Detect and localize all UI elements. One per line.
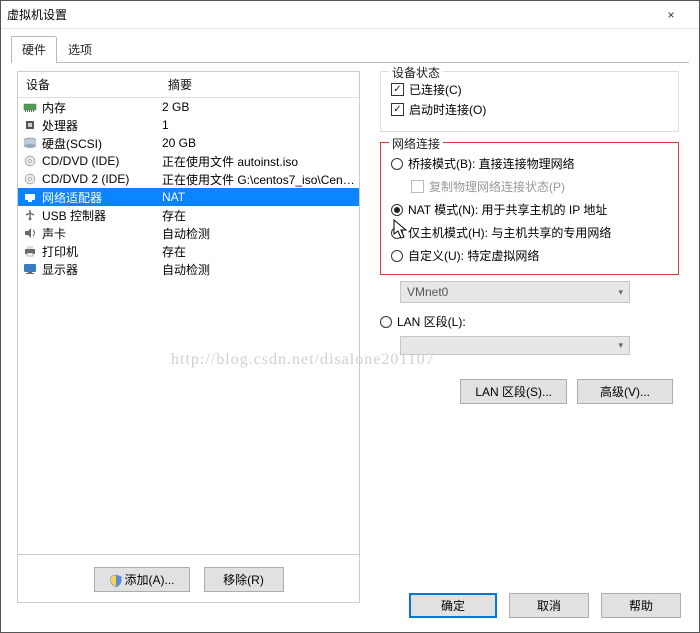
- cancel-button[interactable]: 取消: [509, 593, 589, 618]
- lan-segments-button[interactable]: LAN 区段(S)...: [460, 379, 567, 404]
- device-table-header: 设备 摘要: [18, 72, 359, 98]
- checkmark-icon: ✓: [391, 83, 404, 96]
- device-summary: NAT: [162, 190, 355, 204]
- table-row[interactable]: USB 控制器存在: [18, 206, 359, 224]
- lan-segment-select: ▾: [400, 336, 630, 355]
- col-header-summary[interactable]: 摘要: [160, 72, 359, 97]
- radio-custom[interactable]: 自定义(U): 特定虚拟网络: [391, 247, 668, 264]
- cd-icon: [22, 154, 38, 168]
- printer-icon: [22, 244, 38, 258]
- device-summary: 2 GB: [162, 100, 355, 114]
- tab-hardware[interactable]: 硬件: [11, 36, 57, 63]
- checkmark-icon: ✓: [391, 103, 404, 116]
- close-icon: ×: [667, 8, 674, 22]
- cd-icon: [22, 172, 38, 186]
- device-summary: 20 GB: [162, 136, 355, 150]
- disk-icon: [22, 136, 38, 150]
- radio-hostonly[interactable]: 仅主机模式(H): 与主机共享的专用网络: [391, 224, 668, 241]
- radio-icon: [391, 204, 403, 216]
- device-name: USB 控制器: [42, 207, 162, 224]
- device-summary: 存在: [162, 207, 355, 224]
- device-name: CD/DVD (IDE): [42, 154, 162, 168]
- device-summary: 自动检测: [162, 225, 355, 242]
- device-table: 设备 摘要 内存2 GB处理器1硬盘(SCSI)20 GBCD/DVD (IDE…: [17, 71, 360, 554]
- device-name: 网络适配器: [42, 189, 162, 206]
- help-button[interactable]: 帮助: [601, 593, 681, 618]
- device-status-group: 设备状态 ✓ 已连接(C) ✓ 启动时连接(O): [380, 71, 679, 132]
- table-row[interactable]: 处理器1: [18, 116, 359, 134]
- device-summary: 正在使用文件 autoinst.iso: [162, 153, 355, 170]
- device-status-legend: 设备状态: [389, 64, 443, 81]
- remove-button[interactable]: 移除(R): [204, 567, 284, 592]
- radio-icon: [380, 316, 392, 328]
- checkbox-connect-at-power-on[interactable]: ✓ 启动时连接(O): [391, 101, 668, 118]
- titlebar: 虚拟机设置 ×: [1, 1, 699, 29]
- device-summary: 存在: [162, 243, 355, 260]
- checkbox-connected[interactable]: ✓ 已连接(C): [391, 81, 668, 98]
- radio-icon: [391, 227, 403, 239]
- table-row[interactable]: CD/DVD (IDE)正在使用文件 autoinst.iso: [18, 152, 359, 170]
- custom-network-select: VMnet0 ▾: [400, 281, 630, 303]
- network-legend: 网络连接: [389, 135, 443, 152]
- table-row[interactable]: 显示器自动检测: [18, 260, 359, 278]
- col-header-device[interactable]: 设备: [18, 72, 160, 97]
- device-summary: 自动检测: [162, 261, 355, 278]
- device-name: 显示器: [42, 261, 162, 278]
- close-button[interactable]: ×: [649, 1, 693, 29]
- radio-lan-segment[interactable]: LAN 区段(L):: [380, 313, 679, 330]
- usb-icon: [22, 208, 38, 222]
- table-row[interactable]: 内存2 GB: [18, 98, 359, 116]
- device-name: 声卡: [42, 225, 162, 242]
- checkbox-icon: [411, 180, 424, 193]
- radio-icon: [391, 158, 403, 170]
- sound-icon: [22, 226, 38, 240]
- device-summary: 1: [162, 118, 355, 132]
- ok-button[interactable]: 确定: [409, 593, 497, 618]
- dialog-footer: 确定 取消 帮助: [409, 593, 681, 618]
- table-row[interactable]: 声卡自动检测: [18, 224, 359, 242]
- shield-icon: [109, 574, 123, 588]
- network-icon: [22, 190, 38, 204]
- chevron-down-icon: ▾: [618, 287, 623, 298]
- device-summary: 正在使用文件 G:\centos7_iso\Cent...: [162, 171, 355, 188]
- device-name: 硬盘(SCSI): [42, 135, 162, 152]
- chevron-down-icon: ▾: [618, 340, 623, 351]
- table-row[interactable]: 网络适配器NAT: [18, 188, 359, 206]
- table-row[interactable]: 打印机存在: [18, 242, 359, 260]
- tab-bar: 硬件 选项: [11, 35, 689, 63]
- advanced-button[interactable]: 高级(V)...: [577, 379, 673, 404]
- device-name: 打印机: [42, 243, 162, 260]
- radio-icon: [391, 250, 403, 262]
- radio-nat[interactable]: NAT 模式(N): 用于共享主机的 IP 地址: [391, 201, 668, 218]
- add-button[interactable]: 添加(A)...: [94, 567, 190, 592]
- cpu-icon: [22, 118, 38, 132]
- window-title: 虚拟机设置: [7, 6, 649, 23]
- radio-bridged[interactable]: 桥接模式(B): 直接连接物理网络: [391, 155, 668, 172]
- device-name: CD/DVD 2 (IDE): [42, 172, 162, 186]
- memory-icon: [22, 100, 38, 114]
- tab-options[interactable]: 选项: [57, 36, 103, 63]
- device-buttons: 添加(A)... 移除(R): [17, 554, 360, 603]
- device-name: 处理器: [42, 117, 162, 134]
- display-icon: [22, 262, 38, 276]
- network-connection-group: 网络连接 桥接模式(B): 直接连接物理网络 复制物理网络连接状态(P) NAT…: [380, 142, 679, 275]
- table-row[interactable]: CD/DVD 2 (IDE)正在使用文件 G:\centos7_iso\Cent…: [18, 170, 359, 188]
- checkbox-replicate: 复制物理网络连接状态(P): [411, 178, 668, 195]
- table-row[interactable]: 硬盘(SCSI)20 GB: [18, 134, 359, 152]
- device-name: 内存: [42, 99, 162, 116]
